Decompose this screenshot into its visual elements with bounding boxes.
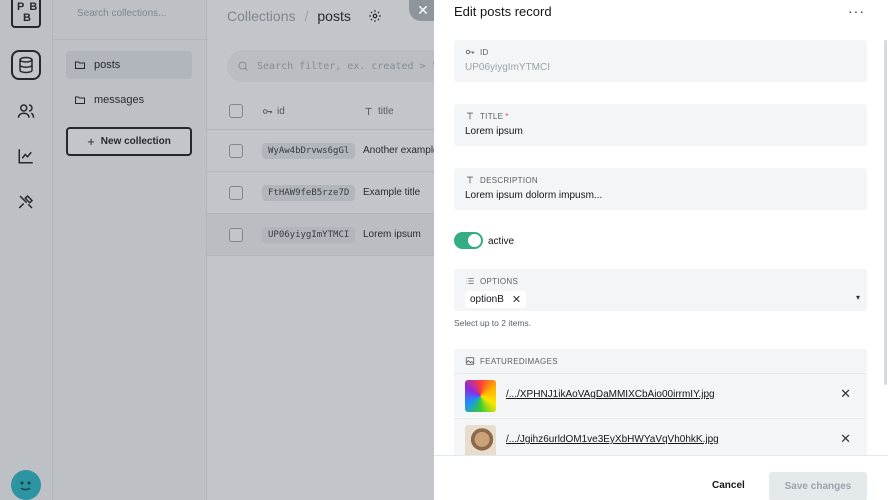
file-thumbnail[interactable] [465,380,496,412]
selected-option-label: optionB [470,294,504,305]
active-toggle[interactable] [454,232,483,249]
options-help-text: Select up to 2 items. [454,318,532,328]
title-field-label-text: TITLE [480,111,504,121]
chevron-down-icon[interactable]: ▾ [856,293,860,302]
close-panel-button[interactable]: ✕ [409,0,434,21]
panel-scrollbar[interactable] [884,40,887,385]
text-icon [467,112,473,120]
featuredimages-field-label: FEATUREDIMAGES [465,356,856,366]
featuredimages-field-label-text: FEATUREDIMAGES [480,356,558,366]
id-field-value[interactable]: UP06yiygImYTMCI [465,62,856,73]
id-field-label: ID [465,47,856,57]
title-field[interactable]: TITLE * Lorem ipsum [454,104,867,146]
file-link[interactable]: /.../XPHNJ1ikAoVAgDaMMIXCbAio00irrmIY.jp… [506,389,715,400]
remove-option-icon[interactable]: ✕ [512,293,521,306]
title-field-value[interactable]: Lorem ipsum [465,126,856,137]
panel-footer: Cancel Save changes [434,455,888,500]
more-options-button[interactable]: ··· [848,3,865,19]
modal-backdrop[interactable] [0,0,434,500]
panel-title: Edit posts record [454,4,552,19]
key-icon [465,49,475,55]
selected-option-chip[interactable]: optionB ✕ [465,291,527,308]
options-select[interactable]: OPTIONS optionB ✕ ▾ [454,269,867,311]
description-field-value[interactable]: Lorem ipsum dolorm impusm... [465,190,856,201]
required-mark: * [505,111,509,121]
options-field-label: OPTIONS [465,276,856,286]
active-toggle-label[interactable]: active [488,236,514,247]
description-field-label: DESCRIPTION [465,175,856,185]
file-thumbnail[interactable] [465,425,496,457]
id-field-label-text: ID [480,47,489,57]
save-changes-button[interactable]: Save changes [769,472,867,500]
remove-file-icon[interactable]: ✕ [840,431,851,447]
edit-record-panel: Edit posts record ··· ID UP06yiygImYTMCI… [434,0,888,500]
title-field-label: TITLE * [465,111,856,121]
image-icon [465,357,475,365]
list-icon [466,278,474,284]
featuredimages-field-header: FEATUREDIMAGES [454,349,867,373]
remove-file-icon[interactable]: ✕ [840,386,851,402]
toggle-knob [468,234,481,247]
file-link[interactable]: /.../Jgihz6urldOM1ve3EyXbHWYaVqVh0hkK.jp… [506,434,719,445]
file-item: /.../XPHNJ1ikAoVAgDaMMIXCbAio00irrmIY.jp… [454,373,867,417]
text-icon [467,176,473,184]
options-field-label-text: OPTIONS [480,276,519,286]
id-field[interactable]: ID UP06yiygImYTMCI [454,40,867,82]
description-field[interactable]: DESCRIPTION Lorem ipsum dolorm impusm... [454,168,867,210]
cancel-button[interactable]: Cancel [712,480,745,491]
description-field-label-text: DESCRIPTION [480,175,538,185]
